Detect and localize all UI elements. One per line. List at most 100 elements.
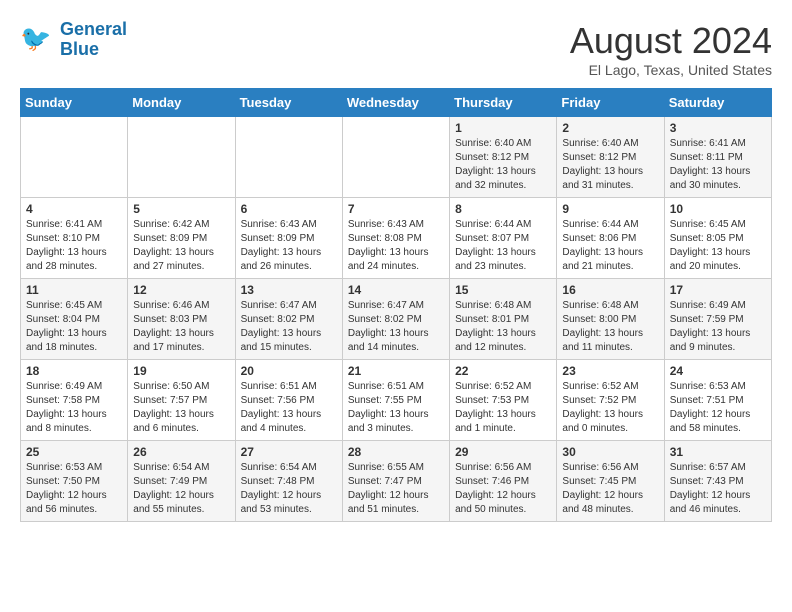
calendar-cell: 20 Sunrise: 6:51 AM Sunset: 7:56 PM Dayli… xyxy=(235,360,342,441)
cell-content: Sunrise: 6:52 AM Sunset: 7:53 PM Dayligh… xyxy=(455,380,551,436)
cell-content: Sunrise: 6:40 AM Sunset: 8:12 PM Dayligh… xyxy=(562,137,658,193)
calendar-cell: 16 Sunrise: 6:48 AM Sunset: 8:00 PM Dayli… xyxy=(557,279,664,360)
calendar-cell xyxy=(342,117,449,198)
cell-content: Sunrise: 6:42 AM Sunset: 8:09 PM Dayligh… xyxy=(133,218,229,274)
cell-content: Sunrise: 6:47 AM Sunset: 8:02 PM Dayligh… xyxy=(241,299,337,355)
day-number: 16 xyxy=(562,283,658,297)
cell-content: Sunrise: 6:48 AM Sunset: 8:01 PM Dayligh… xyxy=(455,299,551,355)
day-number: 8 xyxy=(455,202,551,216)
cell-content: Sunrise: 6:45 AM Sunset: 8:04 PM Dayligh… xyxy=(26,299,122,355)
column-header-sunday: Sunday xyxy=(21,89,128,117)
cell-content: Sunrise: 6:46 AM Sunset: 8:03 PM Dayligh… xyxy=(133,299,229,355)
day-number: 10 xyxy=(670,202,766,216)
day-number: 22 xyxy=(455,364,551,378)
cell-content: Sunrise: 6:49 AM Sunset: 7:58 PM Dayligh… xyxy=(26,380,122,436)
calendar-cell: 3 Sunrise: 6:41 AM Sunset: 8:11 PM Daylig… xyxy=(664,117,771,198)
logo-line1: General xyxy=(60,19,127,39)
day-number: 1 xyxy=(455,121,551,135)
calendar-cell: 2 Sunrise: 6:40 AM Sunset: 8:12 PM Daylig… xyxy=(557,117,664,198)
logo: 🐦 General Blue xyxy=(20,20,127,60)
calendar-cell: 14Sunrise: 6:47 AM Sunset: 8:02 PM Dayli… xyxy=(342,279,449,360)
day-number: 29 xyxy=(455,445,551,459)
cell-content: Sunrise: 6:54 AM Sunset: 7:48 PM Dayligh… xyxy=(241,461,337,517)
cell-content: Sunrise: 6:52 AM Sunset: 7:52 PM Dayligh… xyxy=(562,380,658,436)
day-number: 11 xyxy=(26,283,122,297)
day-number: 27 xyxy=(241,445,337,459)
cell-content: Sunrise: 6:40 AM Sunset: 8:12 PM Dayligh… xyxy=(455,137,551,193)
calendar-cell: 21Sunrise: 6:51 AM Sunset: 7:55 PM Dayli… xyxy=(342,360,449,441)
calendar-cell: 8 Sunrise: 6:44 AM Sunset: 8:07 PM Daylig… xyxy=(450,198,557,279)
day-number: 7 xyxy=(348,202,444,216)
day-number: 3 xyxy=(670,121,766,135)
calendar-header-row: SundayMondayTuesdayWednesdayThursdayFrid… xyxy=(21,89,772,117)
cell-content: Sunrise: 6:49 AM Sunset: 7:59 PM Dayligh… xyxy=(670,299,766,355)
day-number: 14 xyxy=(348,283,444,297)
day-number: 5 xyxy=(133,202,229,216)
week-row-3: 18Sunrise: 6:49 AM Sunset: 7:58 PM Dayli… xyxy=(21,360,772,441)
calendar-cell xyxy=(235,117,342,198)
column-header-saturday: Saturday xyxy=(664,89,771,117)
week-row-1: 4 Sunrise: 6:41 AM Sunset: 8:10 PM Daylig… xyxy=(21,198,772,279)
cell-content: Sunrise: 6:48 AM Sunset: 8:00 PM Dayligh… xyxy=(562,299,658,355)
calendar-cell xyxy=(21,117,128,198)
day-number: 9 xyxy=(562,202,658,216)
cell-content: Sunrise: 6:54 AM Sunset: 7:49 PM Dayligh… xyxy=(133,461,229,517)
cell-content: Sunrise: 6:56 AM Sunset: 7:46 PM Dayligh… xyxy=(455,461,551,517)
calendar-cell: 1 Sunrise: 6:40 AM Sunset: 8:12 PM Daylig… xyxy=(450,117,557,198)
cell-content: Sunrise: 6:43 AM Sunset: 8:08 PM Dayligh… xyxy=(348,218,444,274)
calendar-cell: 25 Sunrise: 6:53 AM Sunset: 7:50 PM Dayli… xyxy=(21,441,128,522)
day-number: 20 xyxy=(241,364,337,378)
calendar-cell: 18Sunrise: 6:49 AM Sunset: 7:58 PM Dayli… xyxy=(21,360,128,441)
logo-text: General Blue xyxy=(60,20,127,60)
calendar-cell: 22 Sunrise: 6:52 AM Sunset: 7:53 PM Dayli… xyxy=(450,360,557,441)
calendar-cell: 13 Sunrise: 6:47 AM Sunset: 8:02 PM Dayli… xyxy=(235,279,342,360)
day-number: 23 xyxy=(562,364,658,378)
cell-content: Sunrise: 6:50 AM Sunset: 7:57 PM Dayligh… xyxy=(133,380,229,436)
cell-content: Sunrise: 6:41 AM Sunset: 8:10 PM Dayligh… xyxy=(26,218,122,274)
header: 🐦 General Blue August 2024 El Lago, Texa… xyxy=(20,20,772,78)
day-number: 25 xyxy=(26,445,122,459)
calendar-cell: 26Sunrise: 6:54 AM Sunset: 7:49 PM Dayli… xyxy=(128,441,235,522)
column-header-thursday: Thursday xyxy=(450,89,557,117)
cell-content: Sunrise: 6:45 AM Sunset: 8:05 PM Dayligh… xyxy=(670,218,766,274)
day-number: 28 xyxy=(348,445,444,459)
title-area: August 2024 El Lago, Texas, United State… xyxy=(570,20,772,78)
cell-content: Sunrise: 6:41 AM Sunset: 8:11 PM Dayligh… xyxy=(670,137,766,193)
day-number: 13 xyxy=(241,283,337,297)
calendar-cell: 4 Sunrise: 6:41 AM Sunset: 8:10 PM Daylig… xyxy=(21,198,128,279)
calendar-cell: 15Sunrise: 6:48 AM Sunset: 8:01 PM Dayli… xyxy=(450,279,557,360)
calendar-cell: 23 Sunrise: 6:52 AM Sunset: 7:52 PM Dayli… xyxy=(557,360,664,441)
calendar-cell: 12Sunrise: 6:46 AM Sunset: 8:03 PM Dayli… xyxy=(128,279,235,360)
calendar-cell: 9Sunrise: 6:44 AM Sunset: 8:06 PM Daylig… xyxy=(557,198,664,279)
day-number: 2 xyxy=(562,121,658,135)
day-number: 31 xyxy=(670,445,766,459)
cell-content: Sunrise: 6:56 AM Sunset: 7:45 PM Dayligh… xyxy=(562,461,658,517)
calendar-cell: 24Sunrise: 6:53 AM Sunset: 7:51 PM Dayli… xyxy=(664,360,771,441)
calendar-cell: 11 Sunrise: 6:45 AM Sunset: 8:04 PM Dayli… xyxy=(21,279,128,360)
svg-text:🐦: 🐦 xyxy=(20,25,51,53)
calendar-cell: 29 Sunrise: 6:56 AM Sunset: 7:46 PM Dayli… xyxy=(450,441,557,522)
week-row-2: 11 Sunrise: 6:45 AM Sunset: 8:04 PM Dayli… xyxy=(21,279,772,360)
day-number: 30 xyxy=(562,445,658,459)
day-number: 17 xyxy=(670,283,766,297)
week-row-4: 25 Sunrise: 6:53 AM Sunset: 7:50 PM Dayli… xyxy=(21,441,772,522)
week-row-0: 1 Sunrise: 6:40 AM Sunset: 8:12 PM Daylig… xyxy=(21,117,772,198)
calendar-cell: 30 Sunrise: 6:56 AM Sunset: 7:45 PM Dayli… xyxy=(557,441,664,522)
cell-content: Sunrise: 6:51 AM Sunset: 7:55 PM Dayligh… xyxy=(348,380,444,436)
logo-icon: 🐦 xyxy=(20,22,56,58)
day-number: 6 xyxy=(241,202,337,216)
calendar-cell: 7 Sunrise: 6:43 AM Sunset: 8:08 PM Daylig… xyxy=(342,198,449,279)
cell-content: Sunrise: 6:44 AM Sunset: 8:07 PM Dayligh… xyxy=(455,218,551,274)
column-header-friday: Friday xyxy=(557,89,664,117)
calendar-cell: 5 Sunrise: 6:42 AM Sunset: 8:09 PM Daylig… xyxy=(128,198,235,279)
logo-line2: Blue xyxy=(60,39,99,59)
cell-content: Sunrise: 6:53 AM Sunset: 7:50 PM Dayligh… xyxy=(26,461,122,517)
calendar-cell: 6 Sunrise: 6:43 AM Sunset: 8:09 PM Daylig… xyxy=(235,198,342,279)
calendar-cell: 27 Sunrise: 6:54 AM Sunset: 7:48 PM Dayli… xyxy=(235,441,342,522)
day-number: 4 xyxy=(26,202,122,216)
cell-content: Sunrise: 6:51 AM Sunset: 7:56 PM Dayligh… xyxy=(241,380,337,436)
calendar-table: SundayMondayTuesdayWednesdayThursdayFrid… xyxy=(20,88,772,522)
cell-content: Sunrise: 6:43 AM Sunset: 8:09 PM Dayligh… xyxy=(241,218,337,274)
column-header-monday: Monday xyxy=(128,89,235,117)
month-year: August 2024 xyxy=(570,20,772,62)
